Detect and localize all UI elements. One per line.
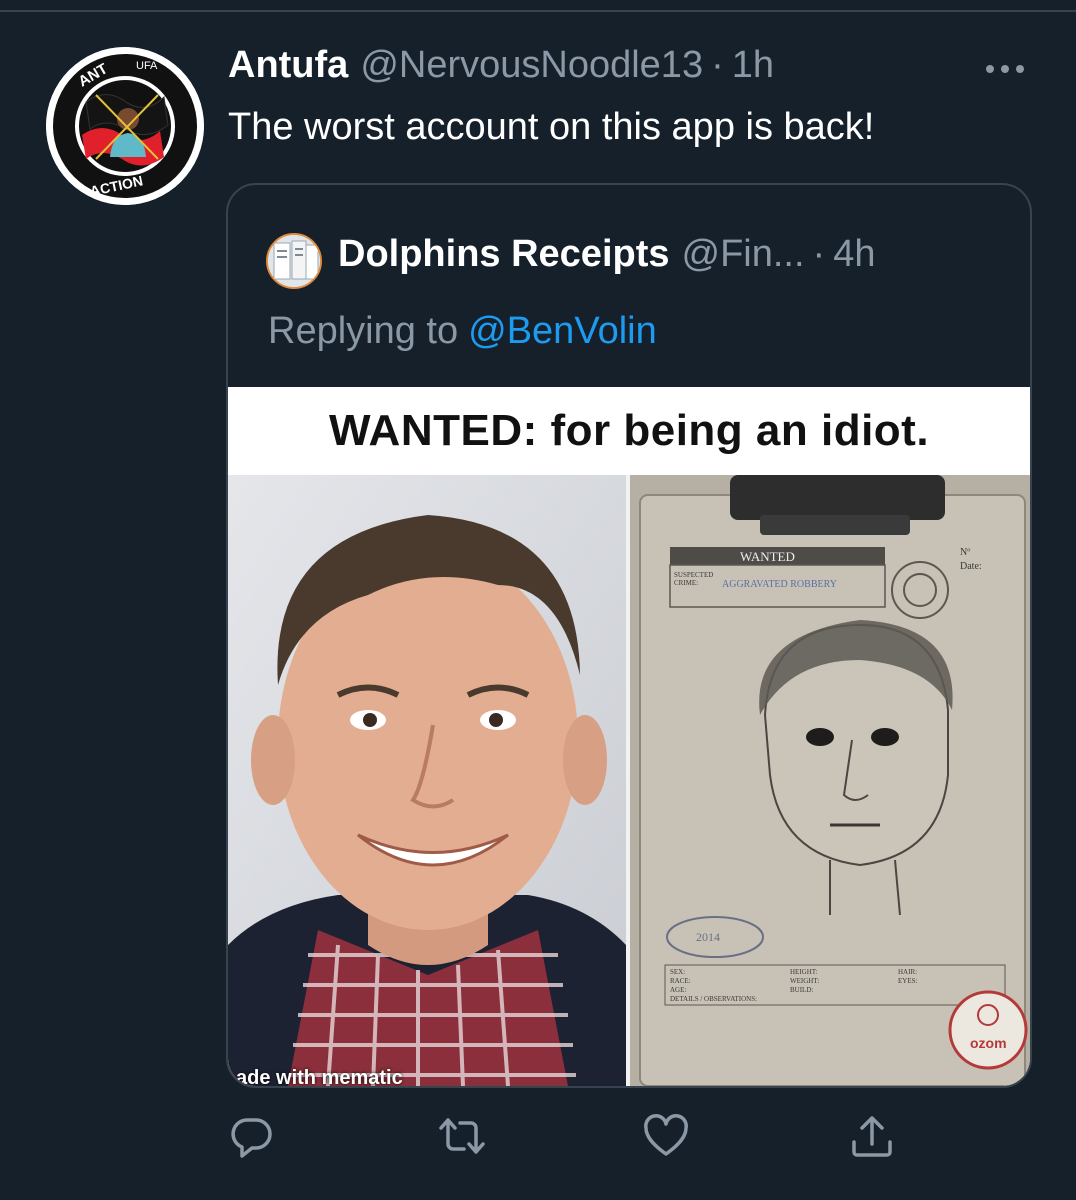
- sketch-field-weight: WEIGHT:: [790, 977, 820, 985]
- sketch-stamp-text: 2014: [696, 930, 720, 944]
- sketch-panel: WANTED SUSPECTED CRIME: AGGRAVATED ROBBE…: [630, 475, 1030, 1086]
- quoted-time[interactable]: 4h: [833, 233, 875, 276]
- svg-text:UFA: UFA: [136, 60, 158, 72]
- author-handle[interactable]: @NervousNoodle13: [360, 44, 703, 87]
- sketch-crime-value: AGGRAVATED ROBBERY: [722, 579, 837, 590]
- sketch-field-race: RACE:: [670, 977, 691, 985]
- sketch-field-eyes: EYES:: [898, 977, 918, 985]
- man-photo-illustration: [228, 475, 626, 1086]
- sketch-number-label: Nº: [960, 547, 971, 558]
- quoted-header: Dolphins Receipts @Fin... · 4h: [338, 233, 875, 276]
- reply-icon: [231, 1118, 272, 1158]
- separator-dot: ·: [711, 44, 724, 86]
- meme-caption-bar: WANTED: for being an idiot.: [228, 387, 1030, 475]
- share-button[interactable]: [848, 1112, 896, 1160]
- more-options-icon[interactable]: [985, 62, 1025, 76]
- meme-caption: WANTED: for being an idiot.: [328, 406, 930, 455]
- sketch-field-details: DETAILS / OBSERVATIONS:: [670, 995, 758, 1003]
- sketch-crime-label: SUSPECTED CRIME:: [674, 571, 714, 587]
- antifa-logo-icon: ANT UFA ACTION: [46, 47, 204, 205]
- image-watermark: ade with mematic: [236, 1067, 403, 1086]
- sketch-field-age: AGE:: [670, 986, 687, 994]
- quoted-author-handle[interactable]: @Fin...: [682, 233, 805, 276]
- quoted-media-image[interactable]: WANTED: for being an idiot. ade with mem…: [228, 387, 1030, 1086]
- like-button[interactable]: [642, 1112, 690, 1160]
- photo-panel: ade with mematic: [228, 475, 626, 1086]
- author-avatar[interactable]: ANT UFA ACTION: [46, 47, 204, 205]
- top-divider: [0, 10, 1076, 12]
- quoted-author-avatar: [266, 233, 322, 289]
- quoted-author-name[interactable]: Dolphins Receipts: [338, 233, 670, 276]
- sketch-field-sex: SEX:: [670, 968, 686, 976]
- sketch-date-label: Date:: [960, 561, 982, 572]
- tweet-header: Antufa @NervousNoodle13 · 1h: [228, 44, 774, 94]
- author-name[interactable]: Antufa: [228, 44, 348, 87]
- quoted-tweet[interactable]: Dolphins Receipts @Fin... · 4h Replying …: [226, 183, 1032, 1088]
- heart-icon: [644, 1114, 688, 1156]
- replying-mention-link[interactable]: @BenVolin: [468, 310, 657, 352]
- replying-to: Replying to @BenVolin: [268, 310, 657, 353]
- ozom-logo: ozom: [970, 1035, 1007, 1051]
- share-icon: [852, 1116, 892, 1157]
- reply-button[interactable]: [228, 1112, 276, 1160]
- sketch-field-hair: HAIR:: [898, 968, 918, 976]
- sketch-header: WANTED: [740, 549, 795, 564]
- replying-prefix: Replying to: [268, 310, 459, 352]
- retweet-icon: [439, 1118, 485, 1154]
- sketch-field-build: BUILD:: [790, 986, 814, 994]
- sketch-field-height: HEIGHT:: [790, 968, 818, 976]
- receipts-avatar-icon: [268, 235, 320, 287]
- tweet-time[interactable]: 1h: [732, 44, 774, 87]
- tweet-text: The worst account on this app is back!: [228, 106, 875, 148]
- quoted-separator-dot: ·: [812, 233, 826, 275]
- retweet-button[interactable]: [438, 1112, 486, 1160]
- tweet-actions: [0, 1112, 1076, 1162]
